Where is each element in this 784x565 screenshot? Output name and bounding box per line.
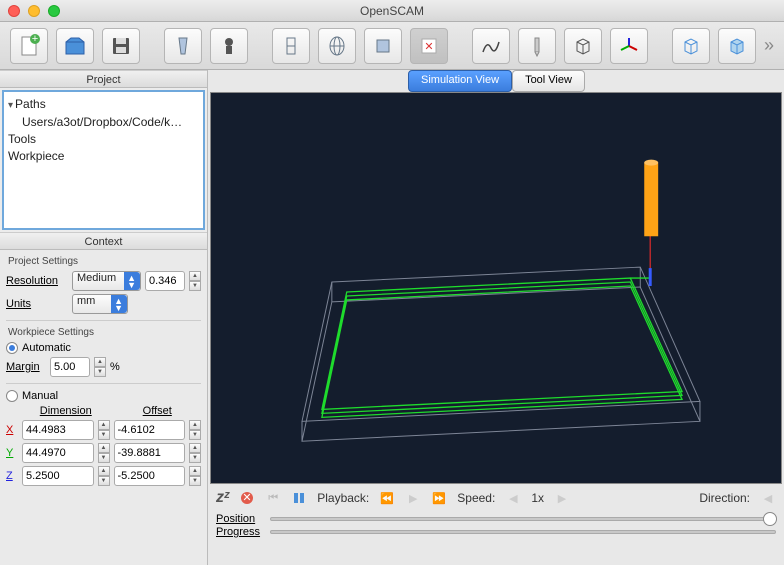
new-file-button[interactable]: + [10, 28, 48, 64]
y-off-input[interactable] [114, 443, 186, 463]
step-fwd-button[interactable]: ⏩ [431, 490, 447, 506]
window-controls [8, 5, 60, 17]
play-button[interactable]: ▶ [405, 490, 421, 506]
y-label: Y [6, 447, 18, 459]
toolbar-overflow-icon[interactable]: » [764, 35, 774, 56]
path-icon[interactable] [472, 28, 510, 64]
tree-path-item[interactable]: Users/a3ot/Dropbox/Code/k… [8, 114, 188, 131]
cancel-icon[interactable]: ✕ [410, 28, 448, 64]
step-back-button[interactable]: ⏪ [379, 490, 395, 506]
rewind-start-button[interactable]: ⏮ [265, 490, 281, 506]
playback-label: Playback: [317, 491, 369, 505]
speed-down-button[interactable]: ◀ [505, 490, 521, 506]
project-settings-label: Project Settings [8, 256, 201, 267]
drill-icon[interactable] [518, 28, 556, 64]
y-dim-input[interactable] [22, 443, 94, 463]
tree-paths[interactable]: Paths [8, 96, 199, 114]
close-window-button[interactable] [8, 5, 20, 17]
stop-button[interactable]: ✕ [239, 490, 255, 506]
playback-bar: zᶻ ✕ ⏮ Playback: ⏪ ▶ ⏩ Speed: ◀ 1x ▶ Dir… [208, 484, 784, 512]
units-label: Units [6, 298, 68, 310]
position-slider[interactable] [270, 517, 776, 521]
manual-label: Manual [22, 390, 58, 402]
offset-head: Offset [114, 405, 202, 417]
view-cube-2-icon[interactable] [718, 28, 756, 64]
dimension-head: Dimension [22, 405, 110, 417]
tool-button-2[interactable] [210, 28, 248, 64]
margin-stepper[interactable]: ▲▼ [94, 357, 106, 377]
x-off-input[interactable] [114, 420, 186, 440]
titlebar: OpenSCAM [0, 0, 784, 22]
solid-icon[interactable] [364, 28, 402, 64]
context-panel-head: Context [0, 232, 207, 250]
direction-button[interactable]: ◀ [760, 490, 776, 506]
margin-input[interactable] [50, 357, 90, 377]
resolution-label: Resolution [6, 275, 68, 287]
view-cube-1-icon[interactable] [672, 28, 710, 64]
workpiece-settings-label: Workpiece Settings [8, 327, 201, 338]
speed-value: 1x [531, 491, 544, 505]
3d-viewport[interactable] [210, 92, 782, 484]
margin-label: Margin [6, 361, 46, 373]
svg-text:✕: ✕ [243, 492, 252, 504]
tab-simulation-view[interactable]: Simulation View [408, 70, 512, 92]
units-select[interactable]: mm▲▼ [72, 294, 128, 314]
project-tree[interactable]: Paths Users/a3ot/Dropbox/Code/k… Tools W… [2, 90, 205, 230]
tree-tools[interactable]: Tools [8, 131, 199, 148]
wireframe-icon[interactable] [272, 28, 310, 64]
sleep-icon: zᶻ [216, 489, 229, 507]
resolution-select[interactable]: Medium▲▼ [72, 271, 141, 291]
resolution-number[interactable] [145, 271, 185, 291]
automatic-radio[interactable] [6, 342, 18, 354]
view-tabs: Simulation View Tool View [208, 70, 784, 92]
app-title: OpenSCAM [360, 4, 424, 18]
svg-text:✕: ✕ [425, 41, 434, 53]
minimize-window-button[interactable] [28, 5, 40, 17]
zoom-window-button[interactable] [48, 5, 60, 17]
sidebar: Project Paths Users/a3ot/Dropbox/Code/k…… [0, 70, 208, 565]
axes-icon[interactable] [610, 28, 648, 64]
x-dim-input[interactable] [22, 420, 94, 440]
save-file-button[interactable] [102, 28, 140, 64]
position-label: Position [216, 513, 264, 525]
x-label: X [6, 424, 18, 436]
resolution-stepper[interactable]: ▲▼ [189, 271, 201, 291]
margin-unit: % [110, 361, 120, 373]
pause-button[interactable] [291, 490, 307, 506]
mesh-icon[interactable] [318, 28, 356, 64]
tool-button-1[interactable] [164, 28, 202, 64]
z-label: Z [6, 470, 18, 482]
manual-radio[interactable] [6, 390, 18, 402]
speed-up-button[interactable]: ▶ [554, 490, 570, 506]
automatic-label: Automatic [22, 342, 71, 354]
cube-icon[interactable] [564, 28, 602, 64]
tab-tool-view[interactable]: Tool View [512, 70, 585, 92]
svg-text:+: + [32, 34, 38, 45]
z-off-input[interactable] [114, 466, 186, 486]
z-dim-input[interactable] [22, 466, 94, 486]
progress-slider[interactable] [270, 530, 776, 534]
project-panel-head: Project [0, 70, 207, 88]
toolbar: + ✕ » [0, 22, 784, 70]
tree-workpiece[interactable]: Workpiece [8, 148, 199, 165]
direction-label: Direction: [699, 491, 750, 505]
progress-label: Progress [216, 526, 264, 538]
open-file-button[interactable] [56, 28, 94, 64]
speed-label: Speed: [457, 491, 495, 505]
